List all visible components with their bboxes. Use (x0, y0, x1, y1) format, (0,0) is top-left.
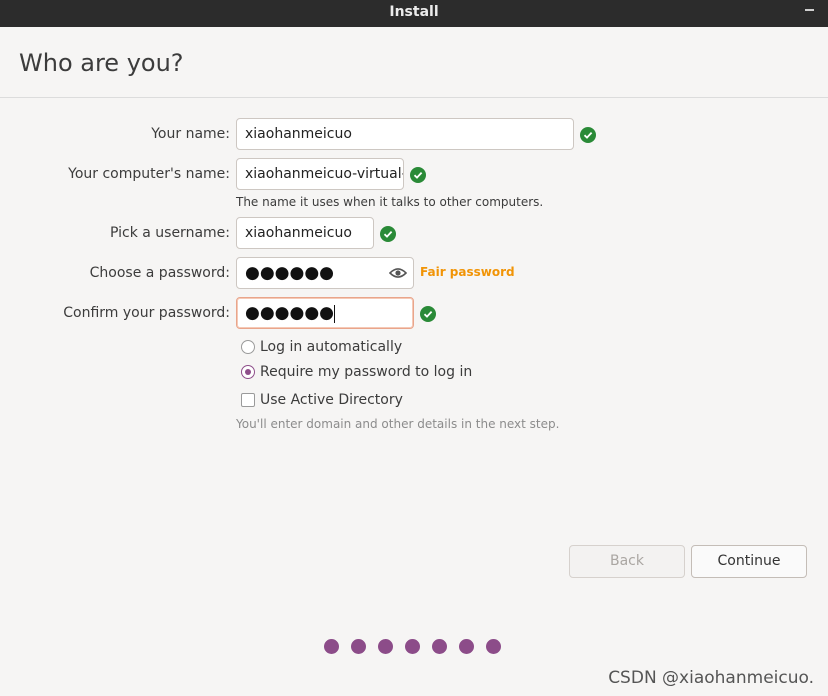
require-password-radio[interactable] (241, 365, 255, 379)
name-label: Your name: (151, 126, 230, 142)
progress-dot (405, 639, 420, 654)
confirm-password-valid-icon (420, 306, 436, 322)
name-input-value: xiaohanmeicuo (245, 126, 352, 142)
username-label: Pick a username: (109, 225, 230, 241)
progress-dot (351, 639, 366, 654)
active-directory-hint: You'll enter domain and other details in… (236, 417, 560, 431)
password-input-value: ●●●●●● (245, 263, 335, 283)
confirm-password-label: Confirm your password: (63, 305, 230, 321)
progress-dot (378, 639, 393, 654)
username-valid-icon (380, 226, 396, 242)
computer-name-valid-icon (410, 167, 426, 183)
text-caret (334, 305, 336, 323)
continue-button[interactable]: Continue (691, 545, 807, 578)
window-titlebar: Install (0, 0, 828, 27)
progress-dot (432, 639, 447, 654)
active-directory-label[interactable]: Use Active Directory (260, 392, 403, 408)
password-strength-text: Fair password (420, 265, 515, 279)
computer-name-hint: The name it uses when it talks to other … (236, 195, 544, 209)
computer-name-label: Your computer's name: (68, 166, 230, 182)
watermark: CSDN @xiaohanmeicuo. (608, 668, 814, 688)
computer-name-input[interactable]: xiaohanmeicuo-virtual- (236, 158, 404, 190)
progress-dot (324, 639, 339, 654)
name-valid-icon (580, 127, 596, 143)
page-title: Who are you? (19, 49, 184, 77)
password-input[interactable]: ●●●●●● (236, 257, 414, 289)
auto-login-label[interactable]: Log in automatically (260, 339, 402, 355)
minimize-icon[interactable] (805, 9, 814, 11)
progress-dot (486, 639, 501, 654)
auto-login-radio[interactable] (241, 340, 255, 354)
name-input[interactable]: xiaohanmeicuo (236, 118, 574, 150)
computer-name-input-value: xiaohanmeicuo-virtual- (245, 166, 404, 182)
progress-dot (459, 639, 474, 654)
username-input-value: xiaohanmeicuo (245, 225, 352, 241)
back-button[interactable]: Back (569, 545, 685, 578)
require-password-label[interactable]: Require my password to log in (260, 364, 472, 380)
active-directory-checkbox[interactable] (241, 393, 255, 407)
show-password-eye-icon[interactable] (389, 266, 407, 280)
confirm-password-input[interactable]: ●●●●●● (236, 297, 414, 329)
confirm-password-input-value: ●●●●●● (245, 303, 335, 323)
username-input[interactable]: xiaohanmeicuo (236, 217, 374, 249)
page-header: Who are you? (0, 27, 828, 98)
window-title: Install (389, 4, 439, 20)
password-label: Choose a password: (89, 265, 230, 281)
